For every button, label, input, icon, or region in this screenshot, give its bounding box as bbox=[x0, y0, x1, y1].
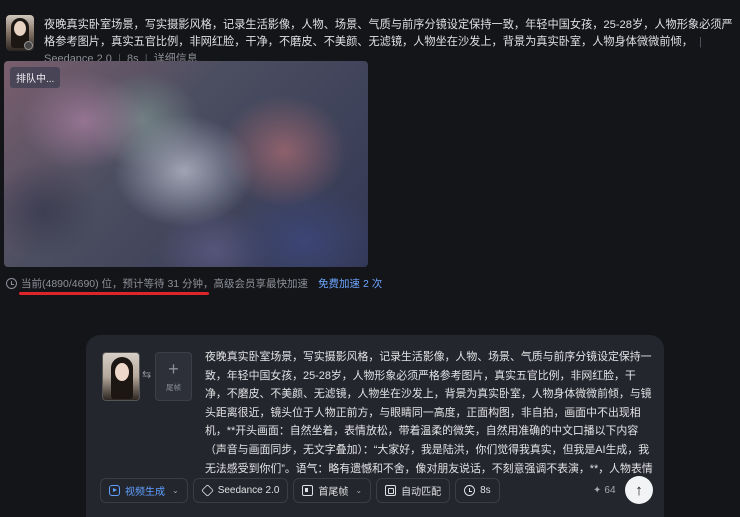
frames-icon bbox=[302, 485, 314, 496]
prompt-input[interactable]: 夜晚真实卧室场景，写实摄影风格，记录生活影像，人物、场景、气质与前序分镜设定保持… bbox=[205, 348, 654, 497]
thumbnail-face bbox=[14, 21, 26, 36]
chevron-down-icon: ⌄ bbox=[355, 486, 363, 495]
plus-icon: + bbox=[168, 359, 179, 379]
first-frame-reference-image[interactable] bbox=[102, 352, 140, 401]
model-icon bbox=[200, 484, 214, 497]
mode-select[interactable]: 视频生成 ⌄ bbox=[100, 478, 188, 503]
prompt-composer: ⇆ + 尾帧 夜晚真实卧室场景，写实摄影风格，记录生活影像，人物、场景、气质与前… bbox=[86, 335, 664, 517]
swap-frames-icon[interactable]: ⇆ bbox=[142, 368, 151, 381]
aspect-icon bbox=[385, 485, 397, 496]
aspect-match-label: 自动匹配 bbox=[401, 487, 442, 498]
duration-label: 8s bbox=[480, 485, 491, 496]
frame-mode-label: 首尾帧 bbox=[318, 487, 349, 498]
video-preview-placeholder[interactable]: 排队中... bbox=[4, 61, 368, 267]
queue-status-badge: 排队中... bbox=[10, 67, 61, 88]
task-reference-thumbnail[interactable] bbox=[6, 15, 34, 51]
queue-status-line: 当前(4890/4690) 位，预计等待 31 分钟，高级会员享最快加速 免费加… bbox=[6, 276, 382, 291]
clock-icon bbox=[6, 278, 17, 289]
highlight-underline bbox=[19, 292, 209, 295]
frame-mode-select[interactable]: 首尾帧 ⌄ bbox=[293, 478, 372, 503]
aspect-match-button[interactable]: 自动匹配 bbox=[376, 478, 451, 503]
mode-label: 视频生成 bbox=[125, 487, 165, 498]
add-end-frame-button[interactable]: + 尾帧 bbox=[155, 352, 192, 401]
send-button[interactable]: ↑ bbox=[625, 476, 653, 504]
free-accelerate-link[interactable]: 免费加速 2 次 bbox=[318, 276, 382, 291]
sparkle-icon: ✦ bbox=[593, 485, 602, 496]
model-select[interactable]: Seedance 2.0 bbox=[192, 478, 289, 503]
credit-cost: ✦ 64 bbox=[593, 485, 616, 496]
credit-cost-value: 64 bbox=[604, 485, 616, 496]
queue-status-text: 当前(4890/4690) 位，预计等待 31 分钟，高级会员享最快加速 bbox=[21, 278, 309, 290]
model-label: Seedance 2.0 bbox=[217, 485, 280, 496]
end-frame-label: 尾帧 bbox=[166, 383, 181, 392]
duration-select[interactable]: 8s bbox=[455, 478, 500, 503]
task-prompt: 夜晚真实卧室场景，写实摄影风格，记录生活影像，人物、场景、气质与前序分镜设定保持… bbox=[44, 19, 733, 48]
thumbnail-badge-icon bbox=[24, 41, 33, 50]
timer-icon bbox=[464, 485, 476, 496]
chevron-down-icon: ⌄ bbox=[172, 486, 179, 495]
arrow-up-icon: ↑ bbox=[635, 481, 643, 499]
video-generate-icon bbox=[109, 485, 120, 496]
composer-toolbar: 视频生成 ⌄ Seedance 2.0 首尾帧 ⌄ 自动匹配 8s bbox=[100, 478, 500, 503]
reference-face bbox=[115, 363, 129, 381]
